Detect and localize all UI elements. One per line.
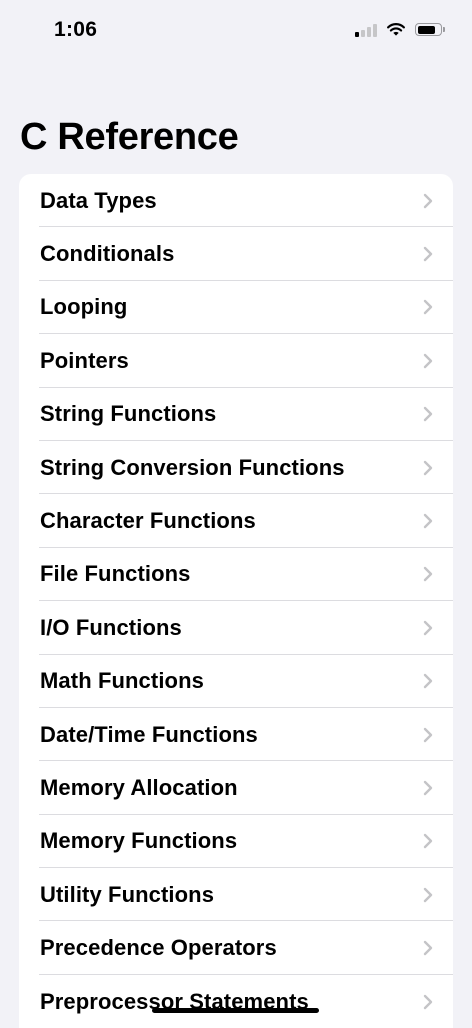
battery-level-fill [417, 25, 436, 34]
chevron-right-icon [423, 567, 433, 582]
chevron-right-icon [423, 193, 433, 208]
list-item[interactable]: Date/Time Functions [19, 708, 453, 762]
list-item[interactable]: Preprocessor Statements [19, 975, 453, 1028]
chevron-right-icon [423, 834, 433, 849]
chevron-right-icon [423, 727, 433, 742]
reference-list: Data Types Conditionals Looping Pointers Str… [19, 174, 453, 1028]
list-item-label: Data Types [40, 187, 157, 213]
status-time: 1:06 [54, 18, 98, 41]
chevron-right-icon [423, 460, 433, 475]
list-item[interactable]: String Functions [19, 388, 453, 442]
list-item-label: Memory Allocation [40, 774, 238, 800]
cellular-signal-icon [355, 23, 377, 37]
list-item[interactable]: Pointers [19, 334, 453, 388]
chevron-right-icon [423, 300, 433, 315]
list-item-label: Math Functions [40, 668, 204, 694]
list-item[interactable]: Data Types [19, 174, 453, 228]
chevron-right-icon [423, 620, 433, 636]
list-item[interactable]: File Functions [19, 548, 453, 602]
list-item-label: Conditionals [40, 241, 175, 267]
chevron-right-icon [423, 513, 433, 529]
list-item[interactable]: I/O Functions [19, 601, 453, 655]
list-item-label: Memory Functions [40, 828, 238, 854]
list-item[interactable]: Memory Functions [19, 815, 453, 869]
list-item-label: File Functions [40, 561, 191, 587]
list-item-label: String Conversion Functions [40, 454, 345, 480]
battery-icon [415, 23, 445, 36]
list-item[interactable]: Utility Functions [19, 868, 453, 922]
page-title: C Reference [20, 116, 239, 158]
list-item-label: Precedence Operators [40, 935, 277, 961]
home-indicator[interactable] [152, 1008, 319, 1013]
list-item[interactable]: Math Functions [19, 655, 453, 709]
list-item-label: Character Functions [40, 508, 256, 534]
list-item[interactable]: Conditionals [19, 227, 453, 282]
list-item[interactable]: Precedence Operators [19, 921, 453, 976]
list-item[interactable]: Memory Allocation [19, 761, 453, 816]
list-item-label: Date/Time Functions [40, 721, 258, 747]
list-item-label: Utility Functions [40, 881, 215, 907]
list-item[interactable]: String Conversion Functions [19, 441, 453, 495]
chevron-right-icon [423, 780, 433, 796]
status-bar: 1:06 [0, 0, 472, 64]
chevron-right-icon [423, 994, 433, 1009]
chevron-right-icon [423, 940, 433, 956]
chevron-right-icon [423, 407, 433, 422]
list-item-label: Pointers [40, 347, 129, 373]
status-icons [355, 22, 445, 37]
list-item-label: I/O Functions [40, 614, 182, 640]
chevron-right-icon [423, 887, 433, 902]
chevron-right-icon [423, 674, 433, 689]
list-item-label: String Functions [40, 401, 217, 427]
list-item[interactable]: Looping [19, 281, 453, 335]
wifi-icon [387, 23, 405, 36]
chevron-right-icon [423, 353, 433, 369]
chevron-right-icon [423, 246, 433, 262]
list-item[interactable]: Character Functions [19, 494, 453, 549]
list-item-label: Looping [40, 294, 128, 320]
